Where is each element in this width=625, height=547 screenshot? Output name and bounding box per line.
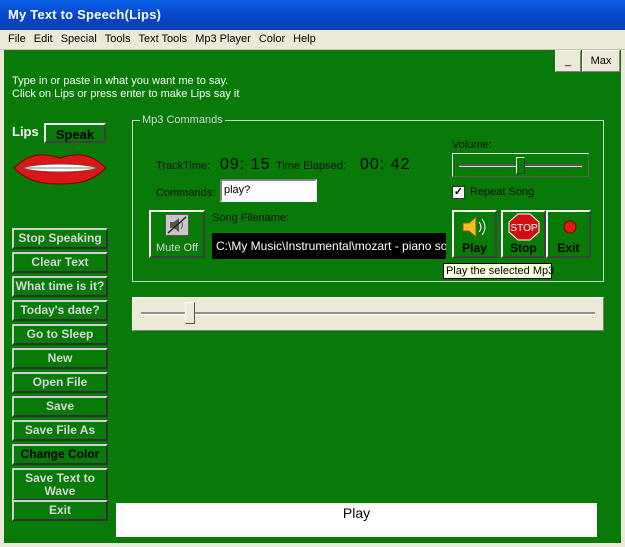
main-panel: _ Max Type in or paste in what you want … <box>4 50 621 543</box>
exit-app-button[interactable]: Exit <box>12 500 108 521</box>
speak-button[interactable]: Speak <box>44 123 106 143</box>
max-button[interactable]: Max <box>582 50 620 72</box>
mp3-commands-title: Mp3 Commands <box>140 114 225 126</box>
exit-label: Exit <box>557 241 580 255</box>
menu-help[interactable]: Help <box>289 30 320 45</box>
todays-date-button[interactable]: Today's date? <box>12 300 108 321</box>
song-filename-label: Song Filename: <box>212 212 290 224</box>
stop-button[interactable]: STOP Stop <box>501 210 546 258</box>
new-button[interactable]: New <box>12 348 108 369</box>
stop-label: Stop <box>510 241 537 255</box>
speaker-muted-icon <box>165 214 189 236</box>
play-tooltip: Play the selected Mp3 <box>443 263 554 279</box>
lips-label: Lips <box>12 124 39 139</box>
position-slider-thumb[interactable] <box>185 302 196 324</box>
menu-edit[interactable]: Edit <box>30 30 57 45</box>
menu-text-tools[interactable]: Text Tools <box>134 30 191 45</box>
repeat-song-label: Repeat Song <box>470 186 535 198</box>
change-color-button[interactable]: Change Color <box>12 444 108 465</box>
instructions: Type in or paste in what you want me to … <box>12 75 239 101</box>
stop-speaking-button[interactable]: Stop Speaking <box>12 228 108 249</box>
menu-color[interactable]: Color <box>255 30 289 45</box>
tracktime-label: TrackTime: <box>156 160 211 172</box>
play-button[interactable]: Play <box>452 210 497 258</box>
save-file-as-button[interactable]: Save File As <box>12 420 108 441</box>
volume-slider-thumb[interactable] <box>516 157 525 174</box>
what-time-button[interactable]: What time is it? <box>12 276 108 297</box>
mute-label: Mute Off <box>156 242 198 254</box>
menu-tools[interactable]: Tools <box>101 30 135 45</box>
lips-icon[interactable] <box>12 151 108 185</box>
commands-label: Commands: <box>156 187 216 199</box>
save-text-to-wave-button[interactable]: Save Text to Wave <box>12 468 108 501</box>
elapsed-value: 00: 42 <box>360 156 411 173</box>
volume-slider[interactable] <box>452 153 589 177</box>
menu-special[interactable]: Special <box>57 30 101 45</box>
go-to-sleep-button[interactable]: Go to Sleep <box>12 324 108 345</box>
menu-file[interactable]: File <box>0 30 30 45</box>
song-filename-field[interactable]: C:\My Music\Instrumental\mozart - piano … <box>212 233 446 259</box>
title-bar: My Text to Speech(Lips) <box>0 0 625 30</box>
tracktime-value: 09: 15 <box>220 156 271 173</box>
position-slider[interactable] <box>132 297 604 331</box>
stop-sign-text: STOP <box>510 223 537 234</box>
position-slider-groove <box>141 312 595 315</box>
exit-player-button[interactable]: Exit <box>546 210 591 258</box>
menu-mp3-player[interactable]: Mp3 Player <box>191 30 255 45</box>
play-label: Play <box>462 241 487 255</box>
minimize-button[interactable]: _ <box>555 50 581 72</box>
clear-text-button[interactable]: Clear Text <box>12 252 108 273</box>
save-button[interactable]: Save <box>12 396 108 417</box>
instruction-line-1: Type in or paste in what you want me to … <box>12 75 229 87</box>
text-input-area[interactable]: Play <box>116 503 597 537</box>
menu-bar: File Edit Special Tools Text Tools Mp3 Player… <box>0 30 625 50</box>
red-dot-icon <box>563 220 577 234</box>
commands-input[interactable]: play? <box>220 179 317 202</box>
elapsed-label: Time Elapsed: <box>276 160 346 172</box>
speaker-icon <box>462 215 486 239</box>
open-file-button[interactable]: Open File <box>12 372 108 393</box>
instruction-line-2: Click on Lips or press enter to make Lip… <box>12 88 240 100</box>
stop-sign-icon: STOP <box>508 213 540 241</box>
window-title: My Text to Speech(Lips) <box>8 7 162 22</box>
repeat-song-checkbox[interactable]: ✓ <box>452 186 465 199</box>
volume-label: Volume: <box>452 139 492 151</box>
mute-button[interactable]: Mute Off <box>149 210 205 258</box>
